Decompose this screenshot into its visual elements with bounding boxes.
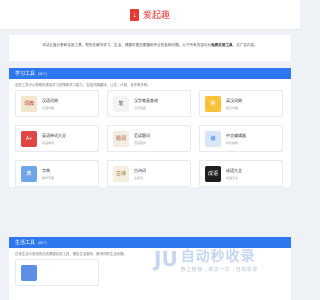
tool-subtitle: 汉字笔画 — [134, 105, 147, 110]
intro-banner: 本站云盘分享和实用工具，帮你在解决学习、生活、健康时更加便捷和专业的各种问题。以… — [9, 35, 291, 61]
tool-text: 范读题词 范读题词 — [134, 133, 150, 145]
tool-icon: 典 — [21, 165, 37, 182]
intro-highlight: 免费实用工具 — [211, 43, 233, 47]
tool-text: 中文编辑器 中文编辑 — [226, 133, 246, 145]
tool-card[interactable]: 典字典新华字典 — [15, 160, 99, 187]
tool-subtitle: 古诗词 — [134, 175, 144, 180]
site-title[interactable]: 爱起趣 — [143, 8, 170, 21]
tool-card[interactable]: 笔汉字笔画查询 汉字笔画 — [107, 90, 191, 117]
tool-subtitle: 新华字典 — [42, 175, 55, 180]
tool-card[interactable]: 成语 成语大全 成语大全 — [199, 160, 283, 187]
tool-name: 英语单词大全 — [42, 132, 66, 138]
tool-text: 英语单词大全 英语单词 — [42, 133, 66, 145]
tool-card[interactable]: A+ 英语单词大全 英语单词 — [15, 125, 99, 152]
section-count: (96个) — [38, 72, 47, 76]
tool-name: 古诗词 — [134, 167, 146, 173]
section-description: 这些工具可以帮助你提高学习效率和学习能力，包括词典翻译、公式、计算、写作等多种。 — [15, 83, 151, 87]
tool-icon: 编 — [205, 130, 221, 147]
tool-icon: 古诗 — [113, 165, 129, 182]
tool-name: 英汉词典 — [226, 97, 242, 103]
section-title: 生活工具 — [15, 240, 36, 246]
watermark-logo: JU — [154, 247, 178, 271]
tool-subtitle: 范读题词 — [134, 140, 147, 145]
tool-grid: 词典 汉语词典 汉语词典笔汉字笔画查询 汉字笔画英英汉词典 英汉词典 A+ 英语单词大全 英语… — [9, 90, 291, 187]
tool-card[interactable] — [15, 259, 99, 286]
tool-icon: 题词 — [113, 130, 129, 147]
watermark-subtitle: 数上链接→来访一次→自动收录 — [180, 266, 258, 273]
tool-subtitle: 英汉词典 — [226, 105, 239, 110]
tool-name: 汉字笔画查询 — [134, 97, 158, 103]
tool-icon: 词典 — [21, 95, 37, 112]
section-count: (85个) — [38, 241, 47, 245]
tool-name: 字典 — [42, 167, 50, 173]
tool-subtitle: 中文编辑 — [226, 140, 239, 145]
tool-card[interactable]: 题词 范读题词 范读题词 — [107, 125, 191, 152]
intro-text: 本站云盘分享和实用工具，帮你在解决学习、生活、健康时更加便捷和专业的各种问题。以… — [42, 43, 212, 47]
tool-subtitle: 汉语词典 — [42, 105, 55, 110]
tool-subtitle: 英语单词 — [42, 140, 55, 145]
tool-icon: 笔 — [113, 95, 129, 112]
tool-text: 汉字笔画查询 汉字笔画 — [134, 98, 158, 110]
tool-text: 古诗词 古诗词 — [134, 168, 146, 180]
tool-text: 成语大全 成语大全 — [226, 168, 242, 180]
tool-icon: 成语 — [205, 165, 221, 182]
tool-name: 中文编辑器 — [226, 132, 246, 138]
tool-card[interactable]: 编中文编辑器中文编辑 — [199, 125, 283, 152]
tool-subtitle: 成语大全 — [226, 175, 239, 180]
tool-card[interactable]: 古诗 古诗词 古诗词 — [107, 160, 191, 187]
section-header: 学习工具 (96个) — [9, 68, 291, 79]
tool-text: 英汉词典 英汉词典 — [226, 98, 242, 110]
section-study-tools: 学习工具 (96个) 这些工具可以帮助你提高学习效率和学习能力，包括词典翻译、公… — [9, 68, 291, 187]
tool-name: 汉语词典 — [42, 97, 58, 103]
tool-text: 汉语词典 汉语词典 — [42, 98, 58, 110]
tool-name: 成语大全 — [226, 167, 242, 173]
tool-text: 字典 新华字典 — [42, 168, 54, 180]
watermark-title: 自动秒收录 — [180, 247, 256, 264]
logo-icon[interactable]: ↓ — [129, 8, 139, 21]
tool-icon: 英 — [205, 95, 221, 112]
tool-card[interactable]: 词典 汉语词典 汉语词典 — [15, 90, 99, 117]
tool-icon: A+ — [21, 130, 37, 147]
tool-card[interactable]: 英英汉词典 英汉词典 — [199, 90, 283, 117]
top-bar: ↓ 爱起趣 — [0, 0, 300, 30]
watermark: JU 自动秒收录 数上链接→来访一次→自动收录 — [154, 243, 300, 275]
tool-name: 范读题词 — [134, 132, 150, 138]
section-title: 学习工具 — [15, 71, 36, 77]
intro-suffix: ，无广告内容。 — [232, 43, 258, 47]
tool-icon — [21, 264, 37, 281]
